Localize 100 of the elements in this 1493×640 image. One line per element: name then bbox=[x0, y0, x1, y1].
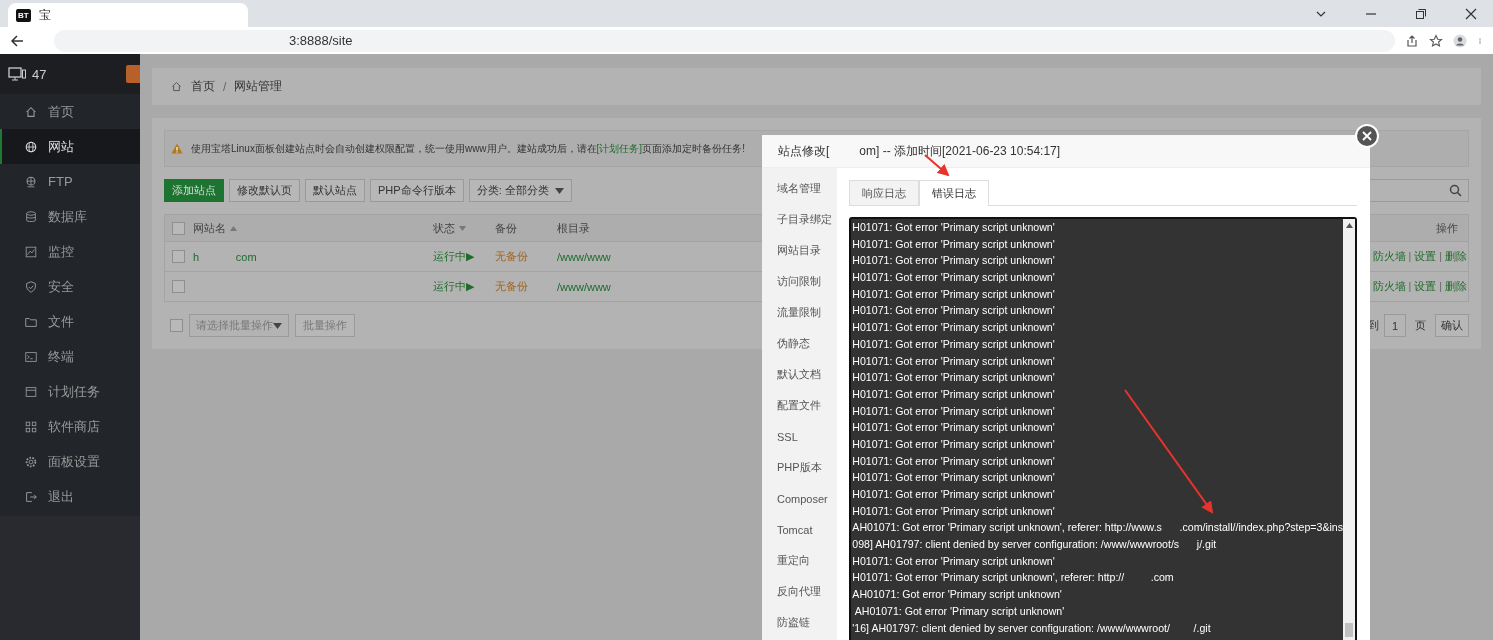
log-line: AH01071: Got error 'Primary script unknown' bbox=[851, 587, 1062, 603]
action-separator: | bbox=[1439, 279, 1442, 294]
sidebar-item[interactable]: 软件商店 bbox=[0, 409, 140, 444]
dialog-title: 站点修改[ om] -- 添加时间[2021-06-23 10:54:17] bbox=[762, 135, 1370, 168]
browser-tab[interactable]: BT 宝 bbox=[8, 3, 248, 27]
sidebar-item[interactable]: 首页 bbox=[0, 94, 140, 129]
dialog-menu-item[interactable]: PHP版本 bbox=[762, 452, 838, 483]
column-header[interactable]: 状态 bbox=[433, 220, 466, 236]
column-header: 操作 bbox=[1436, 220, 1458, 236]
dialog-menu-item[interactable]: Tomcat bbox=[762, 514, 838, 545]
warning-icon bbox=[171, 143, 183, 154]
dialog-menu-item[interactable]: 域名管理 bbox=[762, 173, 838, 204]
dialog-menu-item[interactable]: 子目录绑定 bbox=[762, 204, 838, 235]
restore-icon[interactable] bbox=[1415, 7, 1427, 20]
category-dropdown[interactable]: 分类: 全部分类 bbox=[468, 179, 572, 202]
action-separator: | bbox=[1408, 279, 1412, 294]
server-label: 47 bbox=[32, 66, 47, 82]
dialog-menu-item[interactable]: 网站目录 bbox=[762, 235, 838, 266]
status-link[interactable]: 运行中▶ bbox=[433, 279, 495, 294]
sidebar-item[interactable]: 文件 bbox=[0, 304, 140, 339]
dialog-menu-item[interactable]: 伪静态 bbox=[762, 328, 838, 359]
column-header[interactable]: 网站名 bbox=[193, 220, 237, 236]
breadcrumb-link[interactable]: 网站管理 bbox=[234, 78, 283, 95]
dialog-menu-item[interactable]: Composer bbox=[762, 483, 838, 514]
action-link[interactable]: 设置 bbox=[1414, 249, 1437, 264]
star-icon[interactable] bbox=[1429, 33, 1443, 48]
log-line: H01071: Got error 'Primary script unknown' bbox=[851, 253, 1055, 269]
tab-title: 宝 bbox=[38, 6, 51, 24]
toolbar-button[interactable]: 添加站点 bbox=[164, 179, 224, 202]
breadcrumb-link[interactable]: 首页 bbox=[191, 78, 215, 95]
log-line: H01071: Got error 'Primary script unknown' bbox=[851, 286, 1055, 302]
notice-link[interactable]: [计划任务] bbox=[596, 142, 643, 154]
column-header: 根目录 bbox=[557, 220, 590, 236]
sidebar-item[interactable]: 数据库 bbox=[0, 199, 140, 234]
database-icon bbox=[24, 209, 38, 224]
close-icon bbox=[1362, 131, 1372, 141]
log-line: AH01071: Got error 'Primary script unknown' bbox=[853, 603, 1065, 619]
checkbox[interactable] bbox=[172, 221, 185, 235]
dialog-menu-item[interactable]: 流量限制 bbox=[762, 297, 838, 328]
status-link[interactable]: 运行中▶ bbox=[433, 249, 495, 264]
search-icon bbox=[1449, 184, 1462, 197]
log-line: H01071: Got error 'Primary script unknown' bbox=[851, 303, 1055, 319]
dialog-menu-item[interactable]: 默认文档 bbox=[762, 359, 838, 390]
action-link[interactable]: 删除 bbox=[1445, 279, 1467, 294]
column-header: 备份 bbox=[495, 220, 517, 236]
sidebar-item[interactable]: 计划任务 bbox=[0, 374, 140, 409]
checkbox[interactable] bbox=[172, 280, 185, 293]
log-line: H01071: Got error 'Primary script unknown' bbox=[851, 503, 1055, 519]
notification-badge bbox=[126, 65, 140, 83]
profile-icon[interactable] bbox=[1453, 33, 1467, 48]
logout-icon bbox=[24, 489, 38, 504]
sidebar-item[interactable]: 终端 bbox=[0, 339, 140, 374]
notice-text: 使用宝塔Linux面板创建站点时会自动创建权限配置，统一使用www用户。建站成功后，请在[计划任务]页面添加定时备份任务! bbox=[191, 141, 745, 156]
close-icon[interactable] bbox=[1465, 7, 1477, 20]
globe-icon bbox=[24, 139, 38, 154]
sidebar-item[interactable]: FTP bbox=[0, 164, 140, 199]
action-link[interactable]: 防火墙 bbox=[1372, 279, 1406, 294]
log-line: H01071: Got error 'Primary script unknown' bbox=[851, 320, 1055, 336]
action-separator: | bbox=[1408, 249, 1412, 264]
log-line: H01071: Got error 'Primary script unknown', referer: http:// .com bbox=[851, 570, 1174, 586]
toolbar-button[interactable]: PHP命令行版本 bbox=[370, 179, 464, 202]
dialog-menu-item[interactable]: 防盗链 bbox=[762, 607, 838, 638]
favicon: BT bbox=[16, 8, 31, 22]
dialog-menu-item[interactable]: 访问限制 bbox=[762, 266, 838, 297]
server-globe-icon bbox=[24, 174, 38, 189]
sidebar-item[interactable]: 退出 bbox=[0, 479, 140, 514]
caret-icon bbox=[554, 187, 564, 194]
scroll-up-icon[interactable] bbox=[1345, 223, 1353, 228]
checkbox[interactable] bbox=[170, 319, 183, 332]
log-line: AH01071: Got error 'Primary script unknown', referer: http://www.s .com/install//index.php?step=3&ins bbox=[851, 520, 1343, 536]
dialog-menu-item[interactable]: SSL bbox=[762, 421, 838, 452]
dialog-menu-item[interactable]: 反向代理 bbox=[762, 576, 838, 607]
address-bar[interactable]: 3:8888/site bbox=[54, 29, 1395, 52]
scroll-thumb[interactable] bbox=[1345, 623, 1353, 637]
sidebar-item[interactable]: 面板设置 bbox=[0, 444, 140, 479]
log-line: H01071: Got error 'Primary script unknown' bbox=[851, 470, 1055, 486]
log-line: H01071: Got error 'Primary script unknown' bbox=[851, 336, 1055, 352]
log-tab[interactable]: 响应日志 bbox=[849, 180, 920, 205]
log-line: H01071: Got error 'Primary script unknown' bbox=[851, 370, 1055, 386]
log-tab[interactable]: 错误日志 bbox=[919, 180, 990, 206]
sidebar-item[interactable]: 监控 bbox=[0, 234, 140, 269]
scrollbar[interactable] bbox=[1343, 219, 1355, 640]
dialog-menu-item[interactable]: 重定向 bbox=[762, 545, 838, 576]
confirm-button[interactable]: 确认 bbox=[1435, 314, 1469, 337]
dialog-menu-item[interactable]: 配置文件 bbox=[762, 390, 838, 421]
toolbar-button[interactable]: 默认站点 bbox=[305, 179, 365, 202]
monitor-icon bbox=[8, 66, 26, 82]
action-link[interactable]: 删除 bbox=[1445, 249, 1467, 264]
page-input[interactable]: 1 bbox=[1384, 314, 1406, 337]
site-name-link[interactable]: h com bbox=[193, 250, 433, 263]
action-separator: | bbox=[1439, 249, 1442, 264]
action-link[interactable]: 防火墙 bbox=[1372, 249, 1406, 264]
share-icon[interactable] bbox=[1405, 33, 1419, 48]
sidebar-item[interactable]: 安全 bbox=[0, 269, 140, 304]
sidebar-item[interactable]: 网站 bbox=[0, 129, 140, 164]
terminal-icon bbox=[24, 349, 38, 364]
back-arrow-icon[interactable] bbox=[10, 33, 24, 48]
action-link[interactable]: 设置 bbox=[1414, 279, 1437, 294]
checkbox[interactable] bbox=[172, 250, 185, 263]
toolbar-button[interactable]: 修改默认页 bbox=[229, 179, 300, 202]
